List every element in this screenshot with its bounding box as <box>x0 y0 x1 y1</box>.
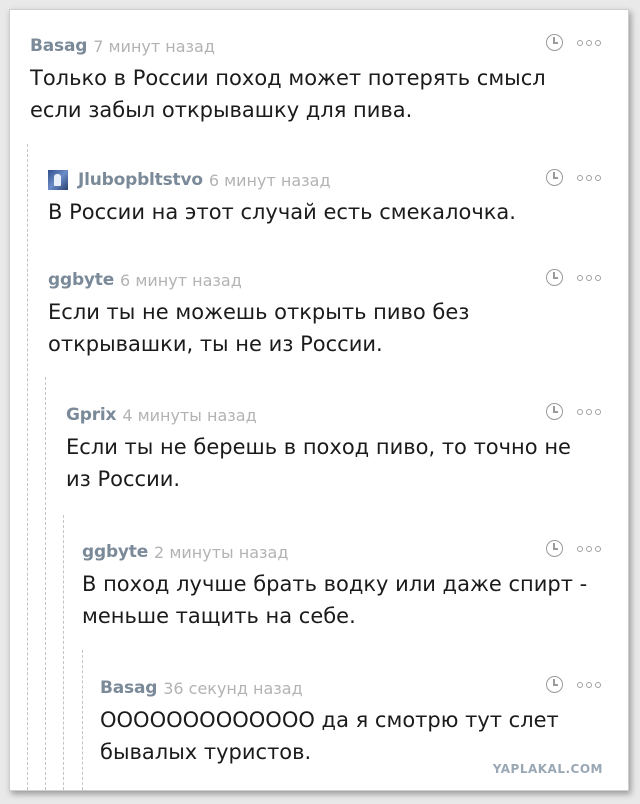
comment-tools <box>546 34 604 51</box>
comment-text: Если ты не можешь открыть пиво без откры… <box>48 300 470 356</box>
clock-icon[interactable] <box>546 269 563 286</box>
comment-meta: Gprix 4 минуты назад <box>66 403 601 427</box>
comment-time: 6 минут назад <box>208 170 331 190</box>
comment-meta: Basag 36 секунд назад <box>100 676 580 700</box>
thread-line-3 <box>63 515 64 790</box>
comment-tools <box>546 269 604 286</box>
thread-line-2 <box>45 377 46 790</box>
comment-thread-frame: Basag 7 минут назад Только в России похо… <box>9 9 629 791</box>
comment-text: В поход лучше брать водку или даже спирт… <box>82 572 588 628</box>
comment-time: 36 секунд назад <box>163 678 303 698</box>
comment-time: 7 минут назад <box>93 36 215 56</box>
more-dots-icon[interactable] <box>577 408 604 415</box>
more-dots-icon[interactable] <box>577 545 604 552</box>
clock-icon[interactable] <box>546 676 563 693</box>
thread-line-1 <box>27 144 28 790</box>
comment-author[interactable]: Basag <box>30 36 87 56</box>
comment-text: Если ты не берешь в поход пиво, то точно… <box>66 435 571 491</box>
comment-time: 2 минуты назад <box>154 542 289 562</box>
comment-meta: Basag 7 минут назад <box>30 34 590 58</box>
site-watermark: YAPLAKAL.COM <box>492 762 603 776</box>
user-avatar[interactable] <box>48 170 68 190</box>
comment-3: ggbyte 6 минут назад Если ты не можешь о… <box>48 268 498 360</box>
clock-icon[interactable] <box>546 403 563 420</box>
comment-meta: Jlubopbltstvo 6 минут назад <box>48 168 608 192</box>
comment-text: В России на этот случай есть смекалочка. <box>48 200 516 224</box>
more-dots-icon[interactable] <box>577 174 604 181</box>
comment-5: ggbyte 2 минуты назад В поход лучше брат… <box>82 540 602 632</box>
comment-author[interactable]: ggbyte <box>82 542 148 562</box>
comment-text: Только в России поход может потерять смы… <box>30 66 546 122</box>
comment-1: Basag 7 минут назад Только в России похо… <box>30 34 590 126</box>
thread-line-4 <box>82 650 83 790</box>
more-dots-icon[interactable] <box>577 681 604 688</box>
comment-meta: ggbyte 2 минуты назад <box>82 540 602 564</box>
comment-tools <box>546 403 604 420</box>
comment-text: ООООООООООООО да я смотрю тут слет бывал… <box>100 708 559 764</box>
comment-tools <box>546 169 604 186</box>
clock-icon[interactable] <box>546 169 563 186</box>
comment-6: Basag 36 секунд назад ООООООООООООО да я… <box>100 676 580 768</box>
comment-author[interactable]: ggbyte <box>48 270 114 290</box>
clock-icon[interactable] <box>546 34 563 51</box>
comment-time: 6 минут назад <box>120 270 242 290</box>
comment-author[interactable]: Jlubopbltstvo <box>78 170 203 190</box>
comment-tools <box>546 540 604 557</box>
more-dots-icon[interactable] <box>577 39 604 46</box>
comment-meta: ggbyte 6 минут назад <box>48 268 498 292</box>
comment-2: Jlubopbltstvo 6 минут назад В России на … <box>48 168 608 228</box>
comment-time: 4 минуты назад <box>122 405 257 425</box>
more-dots-icon[interactable] <box>577 274 604 281</box>
comment-author[interactable]: Gprix <box>66 405 117 425</box>
comment-author[interactable]: Basag <box>100 678 157 698</box>
comment-tools <box>546 676 604 693</box>
comment-4: Gprix 4 минуты назад Если ты не берешь в… <box>66 403 601 495</box>
clock-icon[interactable] <box>546 540 563 557</box>
